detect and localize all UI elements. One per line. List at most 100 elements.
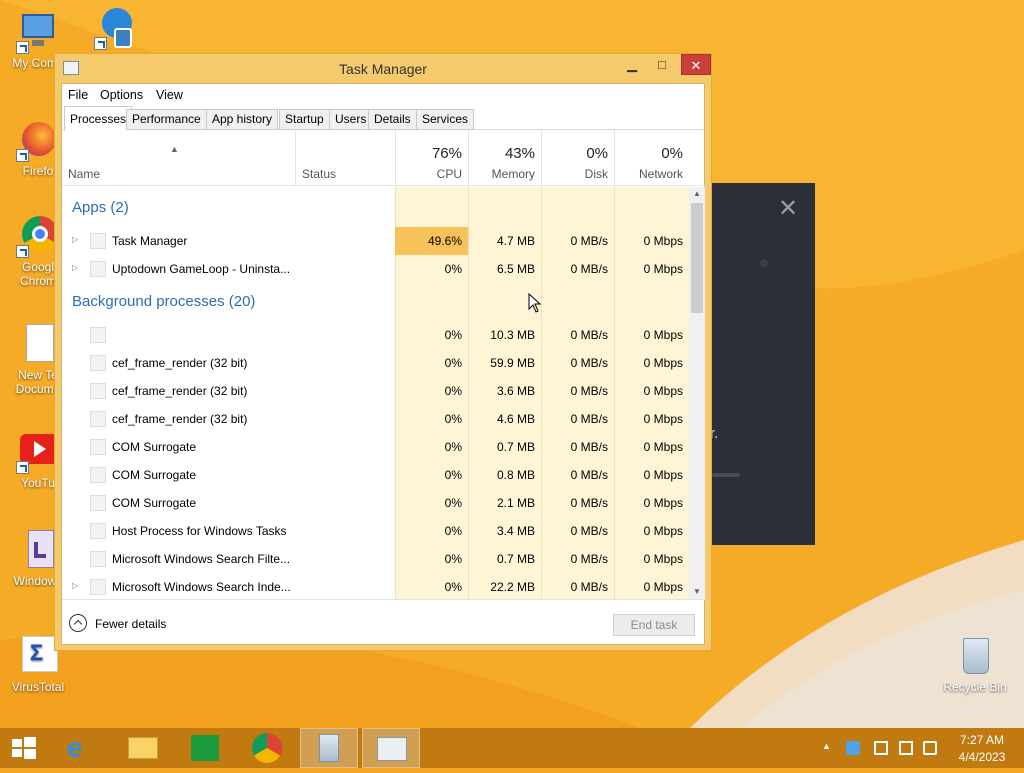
desktop-icon-recycle-bin[interactable]: Recycle Bin	[937, 634, 1013, 694]
volume-muted-icon[interactable]	[923, 741, 937, 755]
column-name[interactable]: Name	[68, 167, 100, 181]
table-row[interactable]: COM Surrogate 0% 0.7 MB 0 MB/s 0 Mbps	[62, 433, 689, 461]
sort-up-icon: ▲	[170, 144, 179, 154]
table-row[interactable]: Host Process for Windows Tasks 0% 3.4 MB 0 …	[62, 517, 689, 545]
cpu-value: 0%	[444, 552, 462, 566]
task-manager-icon	[377, 737, 407, 761]
menu-options[interactable]: Options	[100, 88, 143, 102]
cpu-value: 0%	[444, 524, 462, 538]
process-icon	[90, 467, 106, 483]
network-icon[interactable]	[899, 741, 913, 755]
table-row[interactable]: ▷ Uptodown GameLoop - Uninsta... 0% 6.5 MB 0…	[62, 255, 689, 283]
chevron-up-circle-icon[interactable]	[69, 614, 87, 632]
desktop-icon-label: VirusTotal	[11, 680, 65, 694]
process-icon	[90, 411, 106, 427]
tab-bar: Processes Performance App history Startu…	[62, 106, 704, 131]
process-name: cef_frame_render (32 bit)	[112, 412, 248, 426]
tab-services[interactable]: Services	[416, 109, 475, 130]
fewer-details-link[interactable]: Fewer details	[95, 617, 166, 631]
taskbar-file-explorer[interactable]	[114, 728, 172, 768]
disk-value: 0 MB/s	[570, 412, 608, 426]
column-status[interactable]: Status	[302, 167, 336, 181]
column-cpu[interactable]: 76% CPU	[395, 130, 468, 186]
title-bar[interactable]: Task Manager ▁ □ ✕	[55, 54, 711, 84]
scroll-up-icon[interactable]: ▲	[689, 187, 705, 201]
tab-startup[interactable]: Startup	[279, 109, 330, 130]
taskbar-internet-explorer[interactable]: e	[52, 728, 110, 768]
cpu-value: 0%	[444, 468, 462, 482]
tab-performance[interactable]: Performance	[126, 109, 207, 130]
scroll-thumb[interactable]	[691, 203, 703, 313]
window-title: Task Manager	[339, 61, 427, 77]
close-icon[interactable]: ✕	[778, 197, 798, 221]
chrome-icon	[252, 733, 282, 763]
process-icon	[90, 495, 106, 511]
table-row[interactable]: Microsoft Windows Search Filte... 0% 0.7 M…	[62, 545, 689, 573]
action-center-icon[interactable]	[846, 741, 860, 755]
process-name: COM Surrogate	[112, 440, 197, 454]
expand-arrow-icon[interactable]: ▷	[72, 263, 78, 272]
tab-app-history[interactable]: App history	[206, 109, 279, 130]
table-row[interactable]: 0% 10.3 MB 0 MB/s 0 Mbps	[62, 321, 689, 349]
disk-label: Disk	[584, 167, 608, 181]
expand-arrow-icon[interactable]: ▷	[72, 581, 78, 590]
clock-time[interactable]: 7:27 AM	[952, 733, 1012, 747]
scroll-down-icon[interactable]: ▼	[689, 585, 705, 599]
tray-chevron-icon[interactable]: ▲	[822, 741, 831, 751]
start-button[interactable]	[0, 728, 48, 768]
taskbar-recycle-bin[interactable]	[300, 728, 358, 768]
cpu-value: 49.6%	[427, 234, 462, 248]
disk-value: 0 MB/s	[570, 328, 608, 342]
menu-file[interactable]: File	[68, 88, 88, 102]
dialog-progress	[712, 473, 740, 477]
table-row[interactable]: ▷ Microsoft Windows Search Inde... 0% 22.2 …	[62, 573, 689, 599]
mouse-cursor-icon	[528, 293, 542, 313]
cpu-value: 0%	[444, 580, 462, 594]
table-row[interactable]: cef_frame_render (32 bit) 0% 3.6 MB 0 MB/s 0…	[62, 377, 689, 405]
clock-date[interactable]: 4/4/2023	[952, 750, 1012, 764]
recycle-bin-icon	[319, 734, 339, 762]
tab-users[interactable]: Users	[329, 109, 373, 130]
table-row[interactable]: cef_frame_render (32 bit) 0% 59.9 MB 0 MB/s…	[62, 349, 689, 377]
memory-label: Memory	[491, 167, 535, 181]
menu-view[interactable]: View	[156, 88, 183, 102]
cpu-value: 0%	[444, 356, 462, 370]
taskbar-task-manager[interactable]	[362, 728, 420, 768]
column-network[interactable]: 0% Network	[614, 130, 689, 186]
disk-value: 0 MB/s	[570, 552, 608, 566]
table-row[interactable]: COM Surrogate 0% 0.8 MB 0 MB/s 0 Mbps	[62, 461, 689, 489]
process-icon	[90, 383, 106, 399]
column-disk[interactable]: 0% Disk	[541, 130, 614, 186]
network-value: 0 Mbps	[643, 262, 683, 276]
maximize-button[interactable]: □	[647, 54, 677, 75]
process-icon	[90, 355, 106, 371]
desktop-icon-label: Recycle Bin	[943, 680, 1007, 694]
close-button[interactable]: ✕	[681, 54, 711, 75]
process-name: Uptodown GameLoop - Uninsta...	[112, 262, 291, 276]
cpu-value: 0%	[444, 262, 462, 276]
process-name: COM Surrogate	[112, 496, 197, 510]
end-task-button[interactable]: End task	[613, 614, 695, 636]
tab-details[interactable]: Details	[368, 109, 417, 130]
disk-value: 0 MB/s	[570, 234, 608, 248]
network-value: 0 Mbps	[643, 468, 683, 482]
expand-arrow-icon[interactable]: ▷	[72, 235, 78, 244]
cpu-label: CPU	[436, 167, 462, 181]
network-value: 0 Mbps	[643, 384, 683, 398]
process-name: Microsoft Windows Search Filte...	[112, 552, 291, 566]
taskbar-chrome[interactable]	[238, 728, 296, 768]
tab-processes[interactable]: Processes	[64, 106, 133, 131]
flag-icon[interactable]	[874, 741, 888, 755]
column-memory[interactable]: 43% Memory	[468, 130, 541, 186]
vertical-scrollbar[interactable]: ▲ ▼	[689, 187, 705, 599]
minimize-button[interactable]: ▁	[617, 54, 647, 75]
disk-value: 0 MB/s	[570, 580, 608, 594]
disk-value: 0 MB/s	[570, 384, 608, 398]
table-row[interactable]: COM Surrogate 0% 2.1 MB 0 MB/s 0 Mbps	[62, 489, 689, 517]
taskbar-store[interactable]	[176, 728, 234, 768]
table-row[interactable]: cef_frame_render (32 bit) 0% 4.6 MB 0 MB/s 0…	[62, 405, 689, 433]
process-icon	[90, 261, 106, 277]
dialog-dot	[760, 259, 768, 267]
table-row[interactable]: ▷ Task Manager 49.6% 4.7 MB 0 MB/s 0 Mbps	[62, 227, 689, 255]
desktop-icon-system-tool[interactable]	[78, 6, 154, 52]
